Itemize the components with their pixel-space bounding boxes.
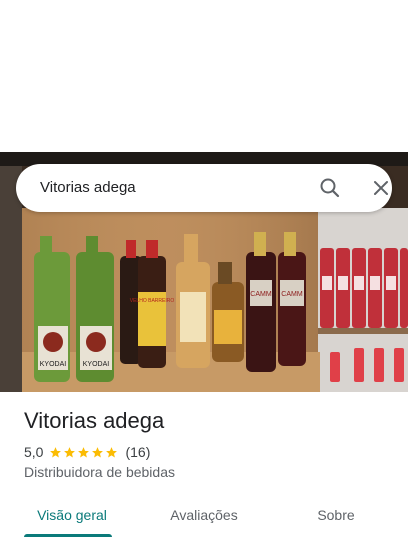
place-title: Vitorias adega	[24, 408, 165, 433]
bottle-label: CAMM	[281, 291, 303, 298]
place-tabs: Visão geral Avaliações Sobre	[0, 497, 408, 544]
rating-value: 5,0	[24, 444, 44, 460]
star-rating	[49, 446, 119, 459]
active-tab-indicator	[24, 534, 112, 537]
bottle-label: KYODAI	[40, 361, 67, 368]
review-count[interactable]: (16)	[125, 444, 150, 460]
search-bar[interactable]: Vitorias adega	[16, 164, 392, 212]
tab-overview[interactable]: Visão geral	[24, 497, 120, 533]
bottle-label: KYODAI	[83, 361, 110, 368]
close-icon[interactable]	[369, 176, 393, 200]
bottle-label: CAMM	[250, 291, 272, 298]
tab-about[interactable]: Sobre	[300, 497, 372, 533]
search-input[interactable]: Vitorias adega	[40, 164, 136, 212]
tab-reviews[interactable]: Avaliações	[160, 497, 248, 533]
place-category: Distribuidora de bebidas	[24, 464, 175, 480]
star-icon	[64, 446, 76, 457]
star-icon	[106, 446, 118, 457]
rating-row[interactable]: 5,0 (16)	[24, 443, 150, 461]
star-icon	[50, 446, 62, 457]
star-icon	[92, 446, 104, 457]
map-area-blank	[0, 0, 408, 152]
search-icon[interactable]	[318, 176, 342, 200]
bottle-label: VELHO BARREIRO	[130, 298, 175, 304]
star-icon	[78, 446, 90, 457]
